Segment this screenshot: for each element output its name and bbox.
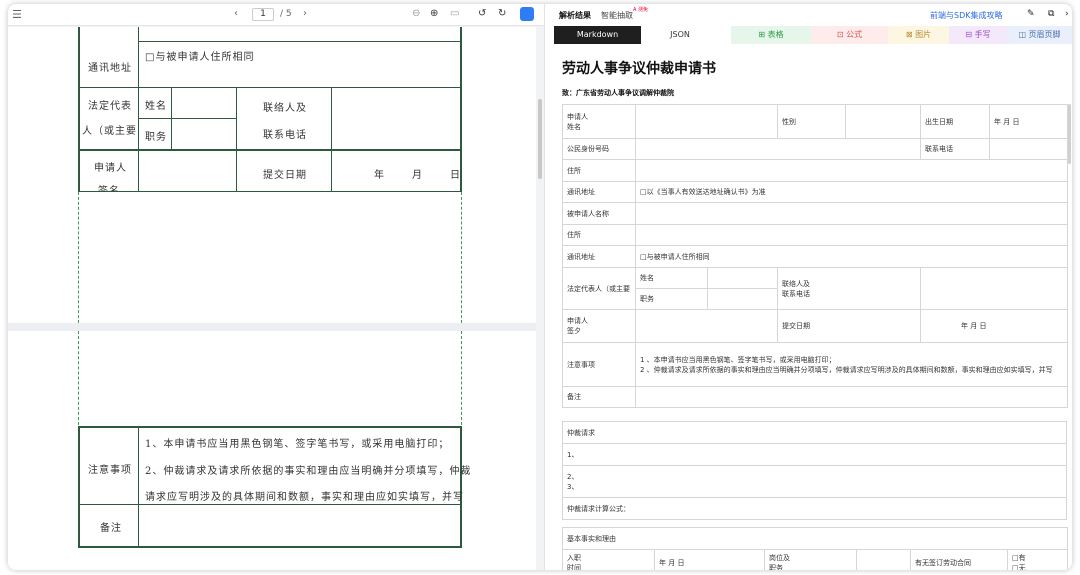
pdf-contact-label-2: 联系电话 [263,130,307,141]
pdf-note-3: 请求应写明涉及的具体期间和数额，事实和理由应如实填写，并写 [145,492,464,503]
page-separator [8,323,536,331]
table-cell: 基本事实和理由 [561,527,1069,550]
table-cell: 年 月 日 [989,104,1068,139]
view-tab-1[interactable]: JSON [641,26,719,44]
table-cell: 联系电话 [920,138,990,160]
table-cell: 提交日期 [777,309,921,343]
page-number-input[interactable]: 1 [252,8,274,21]
facts-table: 基本事实和理由 入职 时间 年 月 日 岗位及 职务 有无签订劳动合同 □有 □无 [561,527,1069,570]
table-cell: 2、 3、 [562,465,1067,498]
pdf-day: 日 [450,170,461,181]
table-cell: 被申请人名称 [562,202,636,225]
fit-page-icon[interactable]: ▭ [450,8,459,19]
table-cell: 有无签订劳动合同 [910,549,1008,570]
chevron-left-icon[interactable]: ‹ [234,8,238,19]
result-panel: 解析结果 智能抽取 A 测免 前端与SDK集成攻略 ✎ ⧉ › Markdown… [545,4,1072,570]
table-cell: 联络人及 联系电话 [777,267,921,310]
pdf-addr-label: 通讯地址 [88,63,132,74]
view-tab-4[interactable]: ⊠ 图片 [888,26,949,44]
table-cell: 1 、本申请书应当用黑色钢笔、签字笔书写，或采用电脑打印； 2 、仲裁请求及请求所… [635,342,1068,387]
new-badge: A 测免 [633,7,649,13]
table-cell: 1、 [562,443,1067,466]
table-cell: 住所 [562,159,636,182]
pdf-remark-label: 备注 [100,523,122,534]
rotate-left-icon[interactable]: ↺ [478,8,486,19]
tab-parse-result[interactable]: 解析结果 [559,10,591,21]
table-cell: 仲裁请求 [562,421,1067,444]
rotate-right-icon[interactable]: ↻ [498,8,506,19]
pdf-legal-label-2: 人（或主要 [82,126,137,137]
tab-smart-extract[interactable]: 智能抽取 [601,10,633,21]
pdf-legal-label-1: 法定代表 [88,101,132,112]
table-cell: 公民身份号码 [562,138,636,160]
pdf-page-1: 通讯地址 □与被申请人住所相同 法定代表 人（或主要 姓名 联络人及 联系电话 … [8,27,536,323]
table-cell: 出生日期 [920,104,990,139]
sdk-guide-link[interactable]: 前端与SDK集成攻略 [930,10,1002,21]
page-total: / 5 [280,9,292,19]
table-cell: 姓名 [635,267,708,289]
table-cell: 岗位及 职务 [764,549,857,570]
table-cell: 仲裁请求计算公式： [562,497,1067,520]
result-scrollbar[interactable] [1068,104,1071,164]
table-cell: 职务 [635,288,708,310]
doc-recipient: 致：广东省劳动人事争议调解仲裁院 [562,89,674,97]
table-cell: 法定代表人（或主要 [562,267,636,310]
zoom-out-icon[interactable]: ⊖ [412,8,420,19]
table-cell: 申请人 签夕 [562,309,636,343]
pdf-contact-label-1: 联络人及 [263,103,307,114]
pdf-submit-label: 提交日期 [263,170,307,181]
table-cell: □以《当事人有效送达地址确认书》为准 [635,181,1068,203]
form-table: 申请人 姓名 性别 出生日期 年 月 日 公民身份号码 联系电话 住所 通讯地址 □… [562,104,1068,408]
view-tabs: Markdown JSON ⊞ 表格 ⊡ 公式 ⊠ 图片 ⊟ 手写 ◫ 页眉页脚 [545,26,1072,44]
view-tab-2[interactable]: ⊞ 表格 [731,26,811,44]
table-cell: 性别 [777,104,846,139]
pdf-scrollbar[interactable] [538,99,542,179]
edit-icon[interactable]: ✎ [1027,9,1035,19]
menu-icon[interactable]: ☰ [12,8,22,21]
copy-icon[interactable]: ⧉ [1048,9,1054,19]
table-cell: □与被申请人住所相同 [635,245,1068,268]
doc-title: 劳动人事争议仲裁申请书 [562,61,716,77]
chevron-right-icon[interactable]: › [1065,9,1069,19]
view-tab-3[interactable]: ⊡ 公式 [811,26,888,44]
pdf-duty-label: 职务 [145,132,167,143]
pdf-addr-value: □与被申请人住所相同 [145,52,255,63]
table-cell: 住所 [562,224,636,246]
pdf-page-2: 注意事项 1、本申请书应当用黑色钢笔、签字笔书写，或采用电脑打印； 2、仲裁请求… [8,331,536,570]
table-cell: 申请人 姓名 [562,104,636,139]
table-cell: □有 □无 [1006,549,1069,570]
view-tab-6[interactable]: ◫ 页眉页脚 [1007,26,1072,44]
pdf-applicant-label-2: 签名 [98,182,120,191]
pdf-month: 月 [412,170,423,181]
pdf-note-2: 2、仲裁请求及请求所依据的事实和理由应当明确并分项填写，仲裁 [145,466,472,477]
pdf-note-1: 1、本申请书应当用黑色钢笔、签字笔书写，或采用电脑打印； [145,439,450,450]
table-cell: 入职 时间 [562,549,655,570]
table-cell: 年 月 日 [920,309,1068,343]
pdf-applicant-label-1: 申请人 [94,163,127,174]
table-cell: 通讯地址 [562,181,636,203]
chevron-right-icon[interactable]: › [303,8,307,19]
view-tab-5[interactable]: ⊟ 手写 [949,26,1007,44]
pdf-viewer: ☰ ‹ 1 / 5 › ⊖ ⊕ ▭ ↺ ↻ 通讯地址 □与被申请人住所相同 法定… [8,4,544,570]
app-window: ☰ ‹ 1 / 5 › ⊖ ⊕ ▭ ↺ ↻ 通讯地址 □与被申请人住所相同 法定… [8,4,1072,570]
pdf-year: 年 [374,170,385,181]
table-cell: 年 月 日 [654,549,765,570]
zoom-in-icon[interactable]: ⊕ [430,8,438,19]
pdf-toolbar: ☰ ‹ 1 / 5 › ⊖ ⊕ ▭ ↺ ↻ [8,4,544,26]
pdf-name-label: 姓名 [145,101,167,112]
claims-table: 仲裁请求 1、 2、 3、 仲裁请求计算公式： [562,421,1067,520]
view-tab-0[interactable]: Markdown [554,26,641,44]
pdf-notes-label: 注意事项 [88,465,132,476]
document-view-icon[interactable] [520,7,534,21]
table-cell: 注意事项 [562,342,636,387]
table-cell: 备注 [562,386,636,408]
table-cell: 通讯地址 [562,245,636,268]
result-header: 解析结果 智能抽取 A 测免 前端与SDK集成攻略 ✎ ⧉ › [545,4,1072,26]
